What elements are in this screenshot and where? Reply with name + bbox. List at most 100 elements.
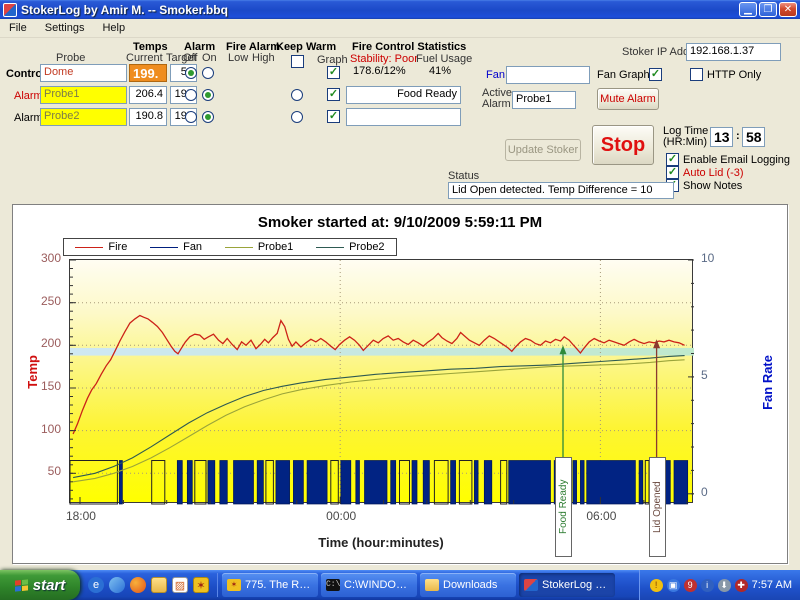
graph-checkbox[interactable] (327, 110, 340, 123)
stoker-ip-field[interactable]: 192.168.1.37 (686, 43, 781, 61)
fan-field[interactable] (506, 66, 590, 84)
x-axis-title: Time (hour:minutes) (69, 535, 693, 550)
menu-file[interactable]: File (0, 20, 36, 36)
chart-panel: Smoker started at: 9/10/2009 5:59:11 PM … (12, 204, 788, 564)
taskbar-item-console[interactable]: C:\ C:\WINDOWS\sy... (321, 573, 417, 597)
alarm-off-radio[interactable] (185, 89, 197, 101)
active-alarm-field[interactable]: Probe1 (512, 91, 576, 109)
y-tick-label: 150 (27, 379, 61, 393)
alarm-off-radio[interactable] (185, 67, 197, 79)
current-temp-field: 190.8 (129, 108, 167, 126)
x-tick-label: 06:00 (581, 509, 621, 523)
document-icon[interactable]: ▨ (172, 577, 188, 593)
log-time-hours-field[interactable]: 13 (710, 127, 733, 147)
header-probe: Probe (56, 52, 85, 64)
alarm-on-radio[interactable] (202, 111, 214, 123)
header-keep-warm: Keep Warm (276, 41, 336, 53)
taskbar-item-775-rolling[interactable]: ✶ 775. The Rolling ... (222, 573, 318, 597)
stop-button[interactable]: Stop (592, 125, 654, 165)
log-time-minutes-field[interactable]: 58 (742, 127, 765, 147)
task-label: C:\WINDOWS\sy... (344, 579, 412, 591)
header-current: Current (126, 52, 163, 64)
enable-email-logging-label: Enable Email Logging (683, 154, 790, 166)
fan-label: Fan (486, 69, 505, 81)
http-only-checkbox[interactable] (690, 68, 703, 81)
log-time-label: Log Time (HR:Min) (663, 126, 708, 148)
messenger-icon[interactable]: 9 (684, 579, 697, 592)
keep-warm-header-checkbox[interactable] (291, 55, 304, 68)
taskbar-item-downloads[interactable]: Downloads (420, 573, 516, 597)
header-low: Low (228, 52, 248, 64)
auto-lid-label: Auto Lid (-3) (683, 167, 744, 179)
graph-checkbox[interactable] (327, 66, 340, 79)
update-icon[interactable]: ⬇ (718, 579, 731, 592)
alarm-on-radio[interactable] (202, 67, 214, 79)
note-field[interactable] (346, 108, 461, 126)
y-tick-label: 250 (27, 294, 61, 308)
row-label-alarm-1: Alarm (14, 90, 43, 102)
restore-button[interactable]: ❐ (759, 2, 777, 17)
internet-explorer-icon[interactable]: e (88, 577, 104, 593)
app-window: StokerLog by Amir M. -- Smoker.bbq ▁ ❐ ✕… (0, 0, 800, 600)
x-tick-label: 18:00 (61, 509, 101, 523)
status-label: Status (448, 170, 479, 182)
enable-email-logging-checkbox[interactable] (666, 153, 679, 166)
graph-checkbox[interactable] (327, 88, 340, 101)
fan-graph-checkbox[interactable] (649, 68, 662, 81)
clock[interactable]: 7:57 AM (752, 579, 792, 591)
x-tick-label: 00:00 (321, 509, 361, 523)
window-title: StokerLog by Amir M. -- Smoker.bbq (21, 3, 228, 17)
stokerlog-quick-icon[interactable]: ✶ (193, 577, 209, 593)
antivirus-icon[interactable]: ✚ (735, 579, 748, 592)
stokerlog-task-icon (524, 579, 538, 591)
minimize-button[interactable]: ▁ (739, 2, 757, 17)
close-button[interactable]: ✕ (779, 2, 797, 17)
keep-warm-radio[interactable] (291, 111, 303, 123)
probe-name-field[interactable]: Dome (40, 64, 127, 82)
security-shield-icon[interactable]: ! (650, 579, 663, 592)
http-only-label: HTTP Only (707, 69, 761, 81)
chart-canvas (70, 260, 694, 504)
stats-stability-label: Stability: Poor (350, 53, 418, 65)
active-alarm-label: Active Alarm (482, 88, 508, 110)
header-high: High (252, 52, 275, 64)
probe-name-field[interactable]: Probe2 (40, 108, 127, 126)
show-notes-label: Show Notes (683, 180, 742, 192)
network-icon[interactable]: ▣ (667, 579, 680, 592)
start-button[interactable]: start (0, 570, 80, 600)
y-tick-label: 100 (27, 422, 61, 436)
browser-globe-icon[interactable] (109, 577, 125, 593)
taskbar-item-stokerlog[interactable]: StokerLog by Ami... (519, 573, 615, 597)
current-temp-field: 206.4 (129, 86, 167, 104)
task-label: Downloads (443, 579, 497, 591)
firefox-icon[interactable] (130, 577, 146, 593)
header-on: On (202, 52, 217, 64)
console-icon: C:\ (326, 579, 340, 591)
app-icon (3, 3, 17, 17)
menu-help[interactable]: Help (93, 20, 134, 36)
y2-tick-label: 10 (701, 251, 714, 265)
y-tick-label: 300 (27, 251, 61, 265)
menu-settings[interactable]: Settings (36, 20, 94, 36)
keep-warm-radio[interactable] (291, 89, 303, 101)
windows-flag-icon (15, 579, 28, 591)
note-field[interactable]: Food Ready (346, 86, 461, 104)
probe-name-field[interactable]: Probe1 (40, 86, 127, 104)
alarm-on-radio[interactable] (202, 89, 214, 101)
header-graph: Graph (317, 54, 348, 66)
folder-icon[interactable] (151, 577, 167, 593)
active-alarm-label-line2: Alarm (482, 98, 511, 110)
task-label: StokerLog by Ami... (542, 579, 610, 591)
current-temp-field: 199. (129, 64, 167, 82)
plot-area-wrap: Food ReadyLid Opened Temp Fan Rate Time … (13, 205, 789, 565)
mute-alarm-button[interactable]: Mute Alarm (597, 88, 659, 110)
update-stoker-button: Update Stoker (505, 139, 581, 161)
alarm-off-radio[interactable] (185, 111, 197, 123)
folder-icon (425, 579, 439, 591)
info-icon[interactable]: i (701, 579, 714, 592)
y-tick-label: 50 (27, 464, 61, 478)
y2-tick-label: 0 (701, 485, 708, 499)
log-time-separator: : (736, 130, 740, 142)
task-buttons: ✶ 775. The Rolling ... C:\ C:\WINDOWS\sy… (218, 573, 639, 597)
auto-lid-checkbox[interactable] (666, 166, 679, 179)
